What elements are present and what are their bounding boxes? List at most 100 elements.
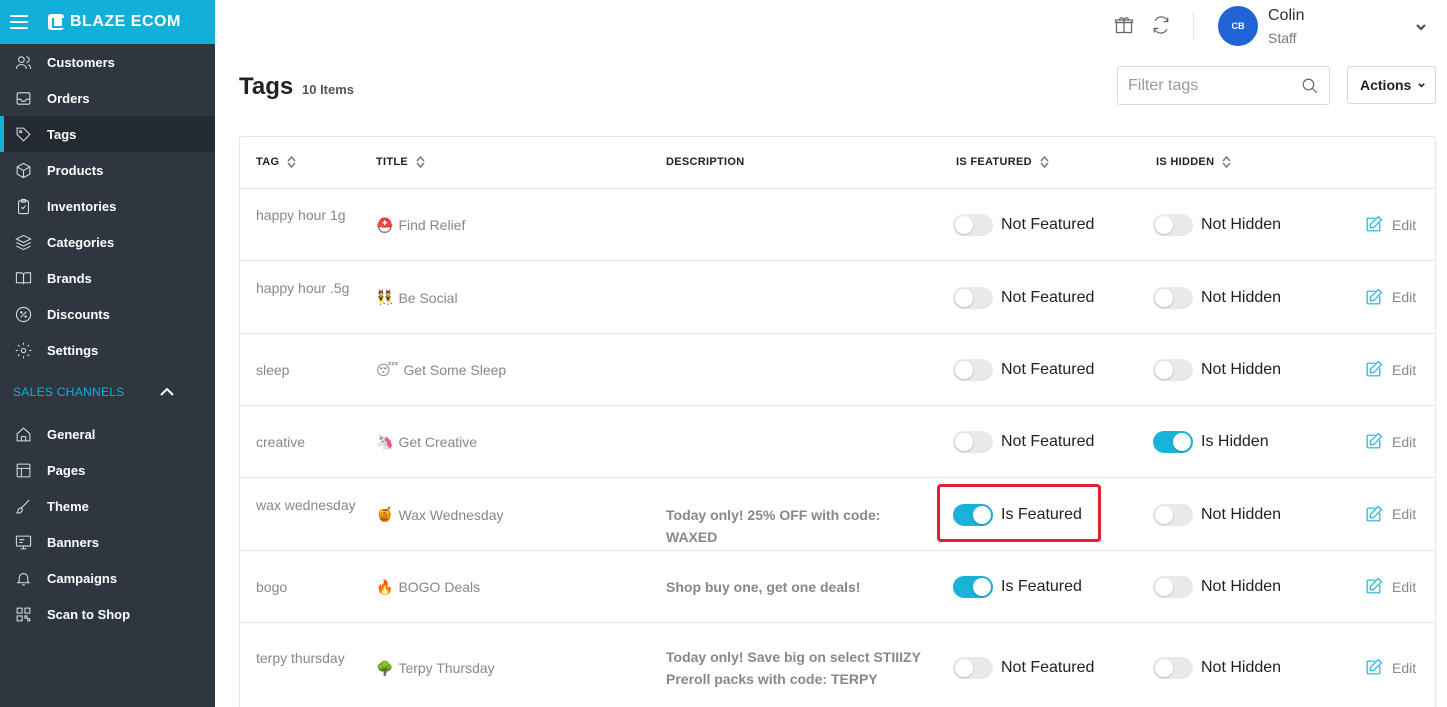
sidebar-item-settings[interactable]: Settings xyxy=(0,332,215,368)
title-emoji-icon: 👯 xyxy=(376,289,394,305)
featured-toggle[interactable] xyxy=(953,214,993,236)
sidebar-item-brands[interactable]: Brands xyxy=(0,260,215,296)
featured-toggle[interactable] xyxy=(953,359,993,381)
users-icon xyxy=(14,53,32,71)
user-name[interactable]: Colin xyxy=(1268,7,1304,25)
tag-title: 👯 Be Social xyxy=(376,288,458,308)
chevron-down-icon xyxy=(1418,82,1426,88)
sidebar-item-banners[interactable]: Banners xyxy=(0,524,215,560)
edit-button[interactable]: Edit xyxy=(1364,288,1416,307)
column-header-featured[interactable]: IS FEATURED xyxy=(956,156,1049,168)
sidebar-item-label: Banners xyxy=(47,534,100,550)
user-role: Staff xyxy=(1268,30,1297,46)
logo-icon xyxy=(48,14,64,30)
edit-icon xyxy=(1364,288,1392,307)
sidebar-item-label: Pages xyxy=(47,462,86,478)
sort-icon[interactable] xyxy=(1040,156,1049,168)
edit-button[interactable]: Edit xyxy=(1364,505,1416,524)
sort-icon[interactable] xyxy=(416,156,425,168)
hidden-label: Not Hidden xyxy=(1201,361,1282,378)
sidebar-item-scan-to-shop[interactable]: Scan to Shop xyxy=(0,596,215,632)
sidebar-item-categories[interactable]: Categories xyxy=(0,224,215,260)
title-text: Find Relief xyxy=(398,217,466,233)
featured-toggle[interactable] xyxy=(953,657,993,679)
tag-description: Shop buy one, get one deals! xyxy=(666,579,861,595)
hidden-toggle[interactable] xyxy=(1153,359,1193,381)
edit-button[interactable]: Edit xyxy=(1364,577,1416,596)
sidebar-item-inventories[interactable]: Inventories xyxy=(0,188,215,224)
featured-label: Not Featured xyxy=(1001,216,1095,233)
column-header-tag[interactable]: TAG xyxy=(256,156,296,168)
hidden-toggle[interactable] xyxy=(1153,576,1193,598)
sort-icon[interactable] xyxy=(1222,156,1231,168)
sales-channel-nav: General Pages Theme Banners Campaigns Sc… xyxy=(0,416,215,632)
sidebar-item-discounts[interactable]: Discounts xyxy=(0,296,215,332)
sidebar-item-tags[interactable]: Tags xyxy=(0,116,215,152)
hidden-toggle[interactable] xyxy=(1153,214,1193,236)
actions-label: Actions xyxy=(1360,77,1412,93)
edit-button[interactable]: Edit xyxy=(1364,432,1416,451)
sidebar-item-label: Categories xyxy=(47,234,115,250)
sidebar-item-theme[interactable]: Theme xyxy=(0,488,215,524)
gift-icon[interactable] xyxy=(1114,15,1134,35)
hidden-label: Not Hidden xyxy=(1201,216,1282,233)
sidebar-item-label: Settings xyxy=(47,342,99,358)
search-icon[interactable] xyxy=(1301,77,1319,95)
title-emoji-icon: ⛑️ xyxy=(376,216,394,233)
menu-icon[interactable] xyxy=(10,15,28,29)
sidebar-item-general[interactable]: General xyxy=(0,416,215,452)
item-count: 10 Items xyxy=(302,82,355,97)
sidebar-item-orders[interactable]: Orders xyxy=(0,80,215,116)
title-emoji-icon: 😴 xyxy=(376,361,399,378)
hidden-label: Not Hidden xyxy=(1201,505,1282,523)
edit-icon xyxy=(1364,432,1392,451)
hidden-control: Not Hidden xyxy=(1153,214,1281,236)
featured-control: Not Featured xyxy=(953,359,1094,381)
tag-name: wax wednesday xyxy=(256,496,356,513)
refresh-icon[interactable] xyxy=(1151,15,1171,35)
edit-label: Edit xyxy=(1392,361,1417,378)
qr-icon xyxy=(14,605,32,623)
hidden-control: Not Hidden xyxy=(1153,576,1281,598)
hidden-toggle[interactable] xyxy=(1153,431,1193,453)
title-text: Get Some Sleep xyxy=(403,362,507,378)
featured-label: Is Featured xyxy=(1001,505,1082,523)
hidden-toggle[interactable] xyxy=(1153,657,1193,679)
edit-icon xyxy=(1364,360,1392,379)
sidebar-nav: Customers Orders Tags Products Inventori… xyxy=(0,44,215,368)
divider xyxy=(1193,12,1194,40)
featured-toggle[interactable] xyxy=(953,576,993,598)
actions-button[interactable]: Actions xyxy=(1347,66,1436,104)
tag-title: ⛑️ Find Relief xyxy=(376,215,465,235)
tag-name: bogo xyxy=(256,579,288,595)
sort-icon[interactable] xyxy=(287,156,296,168)
column-header-title[interactable]: TITLE xyxy=(376,156,425,168)
featured-control: Not Featured xyxy=(953,431,1094,453)
edit-icon xyxy=(1364,658,1392,677)
edit-button[interactable]: Edit xyxy=(1364,360,1416,379)
sidebar-item-products[interactable]: Products xyxy=(0,152,215,188)
clipboard-icon xyxy=(14,197,32,215)
table-row: happy hour 1g ⛑️ Find Relief Not Featured No… xyxy=(240,189,1435,261)
tags-table: TAG TITLE DESCRIPTION IS FEATURED IS HID… xyxy=(239,136,1436,707)
column-header-hidden[interactable]: IS HIDDEN xyxy=(1156,156,1231,168)
sidebar-item-campaigns[interactable]: Campaigns xyxy=(0,560,215,596)
sales-channels-header[interactable]: SALES CHANNELS xyxy=(0,368,215,416)
avatar[interactable]: CB xyxy=(1218,6,1258,46)
featured-toggle[interactable] xyxy=(953,503,993,526)
filter-tags-input[interactable] xyxy=(1118,67,1288,104)
top-bar: CB Colin Staff xyxy=(215,0,1447,50)
featured-control: Not Featured xyxy=(953,214,1094,236)
edit-button[interactable]: Edit xyxy=(1364,658,1416,677)
hidden-toggle[interactable] xyxy=(1153,503,1193,526)
featured-toggle[interactable] xyxy=(953,286,993,309)
sidebar-item-pages[interactable]: Pages xyxy=(0,452,215,488)
sidebar-item-customers[interactable]: Customers xyxy=(0,44,215,80)
tag-title: 🍯 Wax Wednesday xyxy=(376,505,504,525)
chevron-down-icon[interactable] xyxy=(1415,20,1427,32)
hidden-toggle[interactable] xyxy=(1153,286,1193,309)
featured-toggle[interactable] xyxy=(953,431,993,453)
table-row: terpy thursday 🌳 Terpy Thursday Today only!… xyxy=(240,623,1435,707)
title-emoji-icon: 🦄 xyxy=(376,433,394,450)
edit-button[interactable]: Edit xyxy=(1364,215,1416,234)
